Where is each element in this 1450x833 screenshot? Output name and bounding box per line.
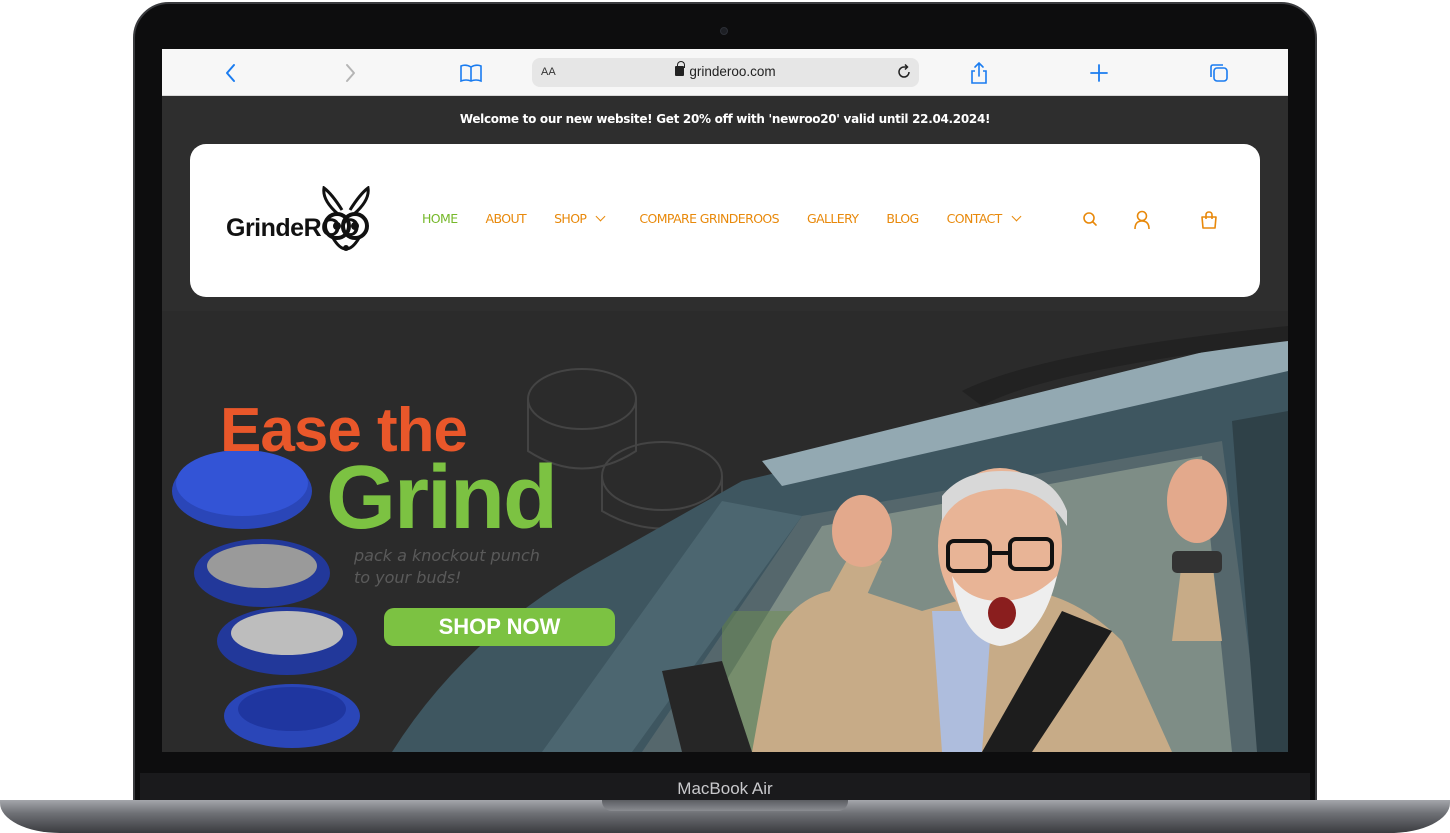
reload-icon[interactable] — [895, 63, 913, 85]
hero-banner: Ease the Grind pack a knockout punch to … — [162, 311, 1288, 752]
grinder-outline-graphic — [527, 368, 723, 530]
nav-blog[interactable]: BLOG — [886, 211, 919, 226]
shop-now-button[interactable]: SHOP NOW — [384, 608, 615, 646]
share-icon[interactable] — [966, 60, 992, 86]
main-nav: HOME ABOUT SHOP COMPARE GRINDEROOS GALLE… — [422, 211, 1022, 226]
cart-icon[interactable] — [1199, 210, 1219, 234]
webcam — [720, 27, 728, 35]
search-icon[interactable] — [1082, 210, 1098, 232]
nav-home[interactable]: HOME — [422, 211, 458, 226]
nav-shop-label: SHOP — [554, 211, 587, 226]
new-tab-icon[interactable] — [1086, 60, 1112, 86]
hero-tagline-line2: to your buds! — [354, 568, 462, 587]
chevron-down-icon — [595, 211, 606, 221]
address-bar[interactable]: AA grinderoo.com — [532, 58, 919, 87]
forward-icon[interactable] — [337, 60, 363, 86]
nav-contact-label: CONTACT — [946, 211, 1003, 226]
hero-headline-line2: Grind — [326, 448, 558, 548]
bookmarks-icon[interactable] — [458, 60, 484, 86]
hero-tagline: pack a knockout punch to your buds! — [354, 545, 574, 589]
hero-tagline-line1: pack a knockout punch — [354, 546, 540, 565]
nav-compare-grinderoos[interactable]: COMPARE GRINDEROOS — [639, 211, 779, 226]
announcement-bar: Welcome to our new website! Get 20% off … — [162, 96, 1288, 143]
nav-shop[interactable]: SHOP — [554, 211, 606, 226]
laptop-opening-notch — [602, 800, 848, 811]
browser-toolbar: AA grinderoo.com — [162, 49, 1288, 96]
logo-text: GrindeROO — [226, 214, 360, 242]
nav-about[interactable]: ABOUT — [486, 211, 527, 226]
url-text: grinderoo.com — [689, 64, 776, 79]
site-header: GrindeROO HOME ABOUT SHOP COMPARE GRINDE… — [190, 144, 1260, 297]
screen: AA grinderoo.com Welcome to our new webs… — [162, 49, 1288, 752]
url-display[interactable]: grinderoo.com — [532, 61, 919, 79]
nav-gallery[interactable]: GALLERY — [807, 211, 859, 226]
nav-contact[interactable]: CONTACT — [946, 211, 1022, 226]
chevron-down-icon — [1011, 211, 1022, 221]
site-logo[interactable]: GrindeROO — [226, 182, 376, 262]
laptop-model-label: MacBook Air — [677, 779, 773, 798]
tabs-icon[interactable] — [1206, 60, 1232, 86]
account-icon[interactable] — [1133, 210, 1151, 234]
back-icon[interactable] — [218, 60, 244, 86]
lock-icon — [675, 61, 685, 76]
